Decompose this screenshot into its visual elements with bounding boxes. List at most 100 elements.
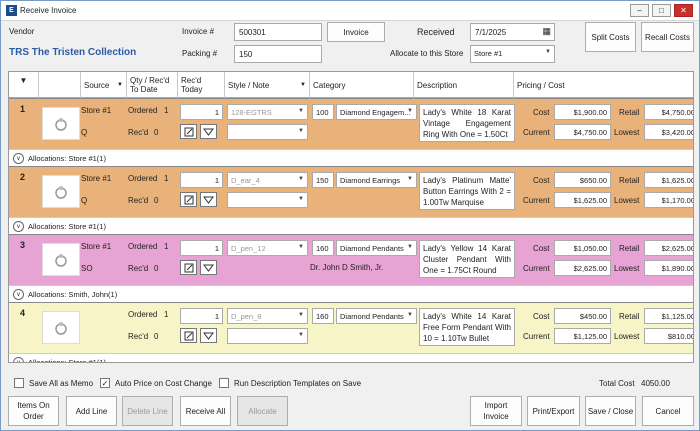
allocation-row[interactable]: v Allocations: Smith, John(1): [9, 285, 693, 302]
description-field[interactable]: Lady's White 18 Karat Vintage Engagement…: [419, 104, 515, 142]
note-select[interactable]: ▼: [227, 124, 308, 140]
row-number: 4: [20, 308, 26, 318]
maximize-icon[interactable]: □: [652, 4, 671, 17]
table-row[interactable]: 3 Store #1 SO Ordered 1 Rec'd 0 1 D_pen_…: [9, 234, 693, 285]
category-value: Diamond Earrings: [340, 176, 401, 185]
current-value[interactable]: $2,625.00: [554, 260, 611, 276]
category-code[interactable]: 160: [312, 240, 334, 256]
table-row[interactable]: 2 Store #1 Q Ordered 1 Rec'd 0 1 D_ear_4…: [9, 166, 693, 217]
retail-value[interactable]: $1,625.00: [644, 172, 693, 188]
category-select[interactable]: Diamond Pendants ▼: [336, 308, 417, 324]
style-select[interactable]: D_ear_4 ▼: [227, 172, 308, 188]
lowest-value[interactable]: $1,170.00: [644, 192, 693, 208]
items-on-order-button[interactable]: Items On Order: [8, 396, 59, 426]
cancel-button[interactable]: Cancel: [642, 396, 694, 426]
lowest-value[interactable]: $3,420.00: [644, 124, 693, 140]
invoice-number-field[interactable]: 500301: [234, 23, 322, 41]
description-field[interactable]: Lady's Platinum Matte' Button Earrings W…: [419, 172, 515, 210]
retail-value[interactable]: $2,625.00: [644, 240, 693, 256]
close-icon[interactable]: ✕: [674, 4, 693, 17]
lowest-value[interactable]: $810.00: [644, 328, 693, 344]
table-row[interactable]: 4 Ordered 1 Rec'd 0 1 D_pen_8 ▼ ▼ 160 Diamo…: [9, 302, 693, 353]
save-memo-checkbox[interactable]: [14, 378, 24, 388]
retail-value[interactable]: $1,125.00: [644, 308, 693, 324]
minimize-icon[interactable]: –: [630, 4, 649, 17]
allocation-row[interactable]: v Allocations: Store #1(1): [9, 353, 693, 362]
header-style[interactable]: Style / Note ▼: [225, 72, 310, 98]
ordered-qty: 1: [164, 106, 169, 115]
jewelry-image-icon: [55, 253, 67, 267]
current-value[interactable]: $1,125.00: [554, 328, 611, 344]
recall-costs-button[interactable]: Recall Costs: [641, 22, 694, 52]
recd-qty: 0: [154, 128, 159, 137]
filter-icon[interactable]: ▼: [117, 81, 123, 90]
header-source[interactable]: Source ▼: [81, 72, 127, 98]
auto-price-checkbox[interactable]: ✓: [100, 378, 110, 388]
description-field[interactable]: Lady's White 14 Karat Free Form Pendant …: [419, 308, 515, 346]
allocate-store-select[interactable]: Store #1 ▼: [470, 45, 555, 63]
category-select[interactable]: Diamond Engagem... ▼: [336, 104, 417, 120]
recd-label: Rec'd: [128, 196, 149, 205]
style-note: Dr. John D Smith, Jr.: [310, 263, 384, 272]
print-export-button[interactable]: Print/Export: [527, 396, 580, 426]
allocation-row[interactable]: v Allocations: Store #1(1): [9, 217, 693, 234]
allocate-button[interactable]: Allocate: [237, 396, 288, 426]
save-close-button[interactable]: Save / Close: [585, 396, 636, 426]
current-value[interactable]: $1,625.00: [554, 192, 611, 208]
cost-value[interactable]: $1,900.00: [554, 104, 611, 120]
chevron-down-icon[interactable]: v: [13, 357, 24, 362]
source-type: Q: [81, 196, 88, 205]
cost-value[interactable]: $650.00: [554, 172, 611, 188]
table-row[interactable]: 1 Store #1 Q Ordered 1 Rec'd 0 1 128-EGT…: [9, 98, 693, 149]
note-select[interactable]: ▼: [227, 192, 308, 208]
lowest-value[interactable]: $1,890.00: [644, 260, 693, 276]
run-desc-checkbox[interactable]: [219, 378, 229, 388]
filter-icon[interactable]: ▼: [300, 81, 306, 90]
tag-icon[interactable]: [200, 192, 217, 207]
category-code[interactable]: 100: [312, 104, 334, 120]
style-select[interactable]: D_pen_12 ▼: [227, 240, 308, 256]
split-costs-button[interactable]: Split Costs: [585, 22, 636, 52]
header-qty: Qty / Rec'd To Date: [127, 72, 178, 98]
vendor-label: Vendor: [9, 27, 35, 36]
edit-icon[interactable]: [180, 192, 197, 207]
cost-value[interactable]: $450.00: [554, 308, 611, 324]
recd-today-input[interactable]: 1: [180, 172, 223, 188]
recd-today-input[interactable]: 1: [180, 308, 223, 324]
receive-all-button[interactable]: Receive All: [180, 396, 231, 426]
filter-icon[interactable]: ▼: [9, 72, 39, 98]
edit-icon[interactable]: [180, 328, 197, 343]
current-value[interactable]: $4,750.00: [554, 124, 611, 140]
packing-number-field[interactable]: 150: [234, 45, 322, 63]
allocation-row[interactable]: v Allocations: Store #1(1): [9, 149, 693, 166]
invoice-button[interactable]: Invoice: [327, 22, 385, 42]
delete-line-button[interactable]: Delete Line: [122, 396, 173, 426]
category-select[interactable]: Diamond Pendants ▼: [336, 240, 417, 256]
chevron-down-icon[interactable]: v: [13, 221, 24, 232]
recd-qty: 0: [154, 332, 159, 341]
tag-icon[interactable]: [200, 328, 217, 343]
received-date-field[interactable]: 7/1/2025 ▦: [470, 23, 555, 41]
category-code[interactable]: 150: [312, 172, 334, 188]
calendar-icon[interactable]: ▦: [542, 26, 551, 37]
description-field[interactable]: Lady's Yellow 14 Karat Cluster Pendant W…: [419, 240, 515, 278]
category-code[interactable]: 160: [312, 308, 334, 324]
edit-icon[interactable]: [180, 260, 197, 275]
style-select[interactable]: D_pen_8 ▼: [227, 308, 308, 324]
category-select[interactable]: Diamond Earrings ▼: [336, 172, 417, 188]
tag-icon[interactable]: [200, 260, 217, 275]
import-invoice-button[interactable]: Import Invoice: [470, 396, 522, 426]
recd-label: Rec'd: [128, 264, 149, 273]
edit-icon[interactable]: [180, 124, 197, 139]
auto-price-label: Auto Price on Cost Change: [115, 379, 212, 388]
retail-value[interactable]: $4,750.00: [644, 104, 693, 120]
chevron-down-icon[interactable]: v: [13, 289, 24, 300]
style-select[interactable]: 128-EGTRS ▼: [227, 104, 308, 120]
chevron-down-icon[interactable]: v: [13, 153, 24, 164]
recd-today-input[interactable]: 1: [180, 104, 223, 120]
add-line-button[interactable]: Add Line: [66, 396, 117, 426]
tag-icon[interactable]: [200, 124, 217, 139]
note-select[interactable]: ▼: [227, 328, 308, 344]
recd-today-input[interactable]: 1: [180, 240, 223, 256]
cost-value[interactable]: $1,050.00: [554, 240, 611, 256]
